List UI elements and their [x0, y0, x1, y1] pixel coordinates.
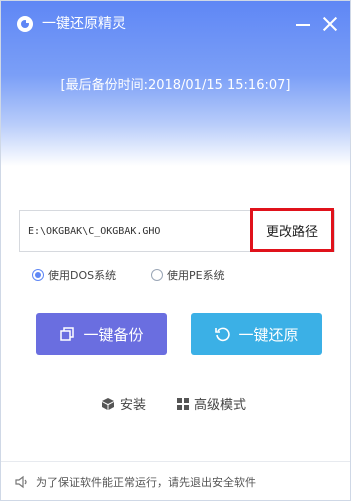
radio-pe-indicator[interactable] [151, 269, 163, 281]
backup-label: 一键备份 [83, 325, 144, 344]
title-bar: 一键还原精灵 [1, 1, 350, 49]
advanced-mode-link[interactable]: 高级模式 [177, 394, 246, 413]
radio-dos-option[interactable]: 使用DOS系统 [32, 267, 116, 283]
copy-icon [60, 327, 75, 341]
cube-icon [102, 397, 114, 410]
restore-icon [215, 327, 231, 342]
minimize-button[interactable] [292, 13, 314, 35]
radio-pe-option[interactable]: 使用PE系统 [151, 267, 225, 283]
app-logo-icon [17, 16, 33, 32]
backup-path-box: 更改路径 [19, 208, 335, 252]
footer-notice: 为了保证软件能正常运行，请先退出安全软件 [1, 461, 350, 500]
grid-icon [177, 397, 189, 410]
advanced-label: 高级模式 [194, 398, 247, 413]
change-path-button[interactable]: 更改路径 [250, 208, 334, 252]
radio-pe-label: 使用PE系统 [167, 269, 225, 282]
header-banner: 一键还原精灵 [最后备份时间:2018/01/15 15:16:07] [1, 1, 350, 166]
app-title: 一键还原精灵 [42, 16, 126, 32]
minimize-icon [296, 24, 310, 26]
speaker-icon [15, 475, 27, 489]
close-button[interactable] [319, 13, 341, 35]
app-window: 一键还原精灵 [最后备份时间:2018/01/15 15:16:07] 更改路径… [0, 0, 351, 501]
radio-dos-indicator[interactable] [32, 269, 44, 281]
one-key-backup-button[interactable]: 一键备份 [36, 313, 167, 355]
last-backup-time: [最后备份时间:2018/01/15 15:16:07] [60, 78, 291, 93]
install-link[interactable]: 安装 [101, 394, 146, 413]
footer-notice-text: 为了保证软件能正常运行，请先退出安全软件 [36, 476, 256, 489]
one-key-restore-button[interactable]: 一键还原 [191, 313, 322, 355]
restore-label: 一键还原 [238, 325, 299, 344]
install-label: 安装 [120, 398, 147, 413]
backup-path-input[interactable] [28, 222, 250, 240]
radio-dos-label: 使用DOS系统 [48, 269, 117, 282]
